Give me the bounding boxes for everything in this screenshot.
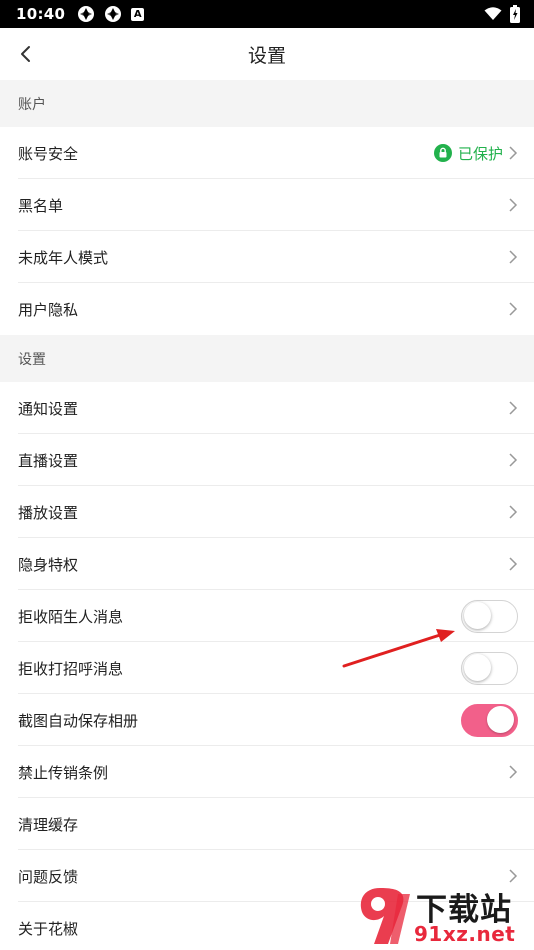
status-notification-icons: A <box>77 5 145 23</box>
chevron-right-icon <box>509 250 518 264</box>
top-app-bar: 设置 <box>0 28 534 80</box>
auto-save-screenshot-toggle[interactable] <box>461 703 518 737</box>
wifi-icon <box>484 7 502 20</box>
chevron-right-icon <box>509 302 518 316</box>
lock-icon <box>433 144 452 162</box>
row-label: 黑名单 <box>18 196 64 215</box>
chevron-right-icon <box>509 557 518 571</box>
chevron-right-icon <box>509 146 518 160</box>
settings-row-blacklist[interactable]: 黑名单 <box>0 179 534 231</box>
row-label: 播放设置 <box>18 503 79 522</box>
chevron-right-icon <box>509 401 518 415</box>
settings-row-playback[interactable]: 播放设置 <box>0 486 534 538</box>
security-status-text: 已保护 <box>457 144 503 163</box>
row-label: 隐身特权 <box>18 555 79 574</box>
row-label: 拒收陌生人消息 <box>18 607 124 626</box>
settings-row-feedback[interactable]: 问题反馈 <box>0 850 534 902</box>
reject-stranger-msg-toggle[interactable] <box>461 599 518 633</box>
row-label: 未成年人模式 <box>18 248 109 267</box>
section-title: 账户 <box>18 96 46 113</box>
chevron-right-icon <box>509 198 518 212</box>
settings-row-anti-pyramid[interactable]: 禁止传销条例 <box>0 746 534 798</box>
chevron-right-icon <box>509 869 518 883</box>
settings-row-notification[interactable]: 通知设置 <box>0 382 534 434</box>
row-label: 清理缓存 <box>18 815 79 834</box>
row-label: 通知设置 <box>18 399 79 418</box>
settings-row-stealth[interactable]: 隐身特权 <box>0 538 534 590</box>
row-label: 禁止传销条例 <box>18 763 109 782</box>
chevron-right-icon <box>509 453 518 467</box>
row-label: 关于花椒 <box>18 919 79 938</box>
row-label: 直播设置 <box>18 451 79 470</box>
a-notification-icon: A <box>131 7 145 21</box>
battery-icon <box>510 5 520 23</box>
settings-row-account-security[interactable]: 账号安全 已保护 <box>0 127 534 179</box>
status-time: 10:40 <box>16 5 66 23</box>
row-label: 账号安全 <box>18 144 79 163</box>
row-label: 用户隐私 <box>18 300 79 319</box>
chevron-right-icon <box>509 505 518 519</box>
settings-row-about[interactable]: 关于花椒 <box>0 902 534 950</box>
section-header-account: 账户 <box>0 80 534 127</box>
settings-row-reject-stranger-msg: 拒收陌生人消息 <box>0 590 534 642</box>
settings-row-clear-cache[interactable]: 清理缓存 <box>0 798 534 850</box>
page-title: 设置 <box>247 44 286 67</box>
toggle-knob <box>463 654 491 681</box>
row-label: 拒收打招呼消息 <box>18 659 124 678</box>
settings-row-reject-greeting-msg: 拒收打招呼消息 <box>0 642 534 694</box>
chevron-left-icon <box>21 46 30 62</box>
toggle-knob <box>463 602 491 629</box>
section-header-settings: 设置 <box>0 335 534 382</box>
section-title: 设置 <box>18 351 46 368</box>
row-label: 问题反馈 <box>18 867 79 886</box>
settings-row-auto-save-screenshot: 截图自动保存相册 <box>0 694 534 746</box>
toggle-knob <box>487 706 514 733</box>
app-notification-icon <box>105 6 122 22</box>
app-notification-icon <box>78 6 95 22</box>
reject-greeting-msg-toggle[interactable] <box>461 651 518 685</box>
status-bar: 10:40 A <box>0 0 534 28</box>
settings-row-minor-mode[interactable]: 未成年人模式 <box>0 231 534 283</box>
chevron-right-icon <box>509 765 518 779</box>
back-button[interactable] <box>12 40 40 68</box>
settings-row-user-privacy[interactable]: 用户隐私 <box>0 283 534 335</box>
settings-row-live[interactable]: 直播设置 <box>0 434 534 486</box>
row-label: 截图自动保存相册 <box>18 711 139 730</box>
